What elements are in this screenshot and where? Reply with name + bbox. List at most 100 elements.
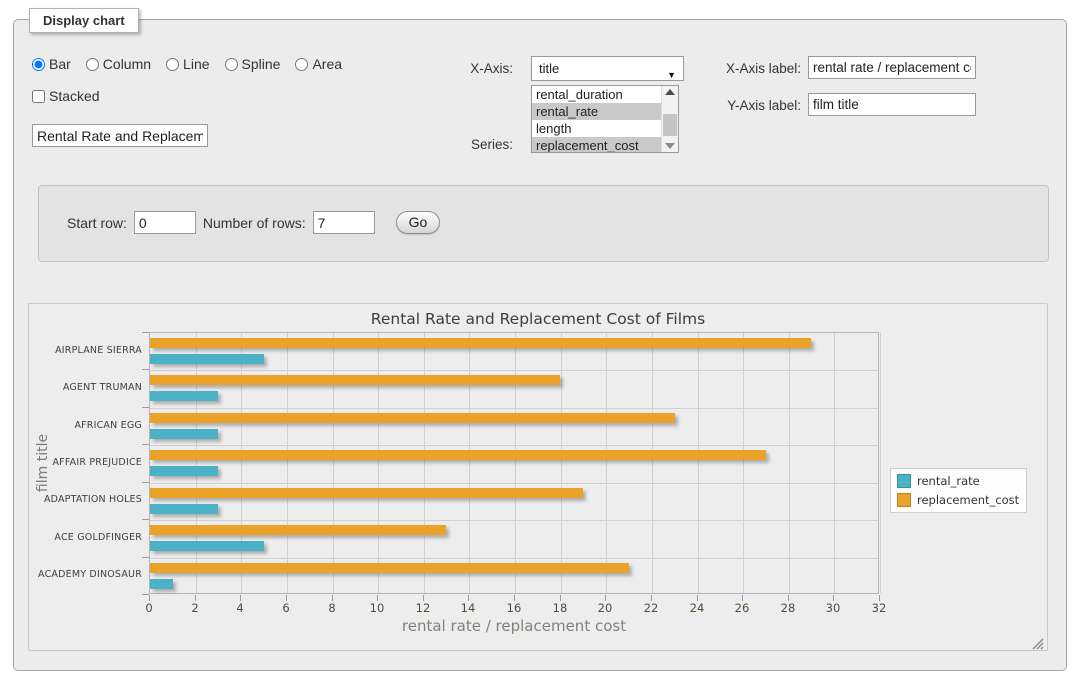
y-axis-label-input[interactable] xyxy=(808,93,976,116)
series-option-rental_duration[interactable]: rental_duration xyxy=(532,86,661,103)
stacked-checkbox[interactable] xyxy=(32,90,45,103)
gridline-v xyxy=(515,333,516,593)
x-axis-selected-value: title xyxy=(539,61,559,76)
bar-rental-rate-airplane-sierra xyxy=(150,354,264,364)
chart-type-radio-line[interactable] xyxy=(166,58,179,71)
chart-title: Rental Rate and Replacement Cost of Film… xyxy=(29,310,1047,328)
chart-type-radio-group: Bar Column Line Spline Area xyxy=(32,56,342,72)
x-tick-label: 0 xyxy=(134,601,164,615)
fieldset-legend: Display chart xyxy=(29,8,139,33)
gridline-v xyxy=(834,333,835,593)
y-tick-mark xyxy=(142,557,149,558)
scrollbar-thumb[interactable] xyxy=(663,114,677,136)
chart-type-label: Column xyxy=(103,56,151,72)
scrollbar-up-icon[interactable] xyxy=(664,86,676,98)
rows-panel-row: Start row: Number of rows: Go xyxy=(67,211,440,234)
chart-type-option-area: Area xyxy=(295,56,342,72)
chart-type-label: Area xyxy=(312,56,342,72)
gridline-v xyxy=(789,333,790,593)
y-category-label: AIRPLANE SIERRA xyxy=(29,345,142,356)
x-axis-title: rental rate / replacement cost xyxy=(149,617,879,635)
legend-swatch-icon xyxy=(897,493,911,507)
bar-replacement-cost-african-egg xyxy=(150,413,675,423)
y-tick-mark xyxy=(142,369,149,370)
chart-type-option-bar: Bar xyxy=(32,56,71,72)
y-tick-mark xyxy=(142,482,149,483)
start-row-input[interactable] xyxy=(134,211,196,234)
y-category-label: AGENT TRUMAN xyxy=(29,382,142,393)
x-tick-label: 30 xyxy=(818,601,848,615)
x-axis-select-label: X-Axis: xyxy=(418,61,513,76)
series-options: rental_durationrental_ratelengthreplacem… xyxy=(532,86,661,153)
bar-replacement-cost-agent-truman xyxy=(150,375,560,385)
start-row-label: Start row: xyxy=(67,215,127,231)
go-button[interactable]: Go xyxy=(396,211,441,234)
series-option-length[interactable]: length xyxy=(532,120,661,137)
x-tick-label: 18 xyxy=(545,601,575,615)
y-axis-title: film title xyxy=(35,434,51,492)
x-tick-label: 26 xyxy=(727,601,757,615)
gridline-v xyxy=(652,333,653,593)
chart-type-radio-spline[interactable] xyxy=(225,58,238,71)
x-tick-label: 6 xyxy=(271,601,301,615)
x-tick-label: 8 xyxy=(317,601,347,615)
chart-type-radio-area[interactable] xyxy=(295,58,308,71)
y-category-label: AFRICAN EGG xyxy=(29,420,142,431)
x-axis-select[interactable]: title ▼ xyxy=(531,56,684,81)
bar-rental-rate-agent-truman xyxy=(150,391,218,401)
x-tick-label: 4 xyxy=(225,601,255,615)
chart-type-radio-column[interactable] xyxy=(86,58,99,71)
bar-rental-rate-african-egg xyxy=(150,429,218,439)
stacked-checkbox-row: Stacked xyxy=(32,88,100,104)
x-tick-label: 12 xyxy=(408,601,438,615)
chart-container: Rental Rate and Replacement Cost of Film… xyxy=(28,303,1048,651)
gridline-h xyxy=(150,370,878,371)
chart-legend: rental_ratereplacement_cost xyxy=(890,468,1027,513)
chart-type-label: Line xyxy=(183,56,209,72)
x-axis-label-caption: X-Axis label: xyxy=(706,61,801,76)
y-tick-mark xyxy=(142,407,149,408)
x-tick-label: 22 xyxy=(636,601,666,615)
x-tick-label: 14 xyxy=(453,601,483,615)
legend-label: rental_rate xyxy=(917,474,980,488)
resize-handle-icon[interactable] xyxy=(1032,635,1044,647)
gridline-h xyxy=(150,520,878,521)
bar-rental-rate-ace-goldfinger xyxy=(150,541,264,551)
y-category-label: ADAPTATION HOLES xyxy=(29,494,142,505)
stacked-label: Stacked xyxy=(49,88,100,104)
y-tick-mark xyxy=(142,332,149,333)
bar-replacement-cost-affair-prejudice xyxy=(150,450,766,460)
x-tick-label: 24 xyxy=(682,601,712,615)
listbox-scrollbar[interactable] xyxy=(661,86,678,152)
chart-type-label: Spline xyxy=(242,56,281,72)
series-option-replacement_cost[interactable]: replacement_cost xyxy=(532,137,661,153)
y-tick-mark xyxy=(142,594,149,595)
chart-type-radio-bar[interactable] xyxy=(32,58,45,71)
bar-replacement-cost-ace-goldfinger xyxy=(150,525,446,535)
num-rows-input[interactable] xyxy=(313,211,375,234)
bar-replacement-cost-academy-dinosaur xyxy=(150,563,629,573)
series-option-rental_rate[interactable]: rental_rate xyxy=(532,103,661,120)
scrollbar-down-icon[interactable] xyxy=(664,140,676,152)
x-tick-label: 28 xyxy=(773,601,803,615)
x-tick-label: 20 xyxy=(590,601,620,615)
display-chart-fieldset: Display chart BarColumnLineSplineArea St… xyxy=(13,19,1067,671)
bar-rental-rate-adaptation-holes xyxy=(150,504,218,514)
gridline-h xyxy=(150,408,878,409)
gridline-h xyxy=(150,445,878,446)
gridline-v xyxy=(698,333,699,593)
chart-type-label: Bar xyxy=(49,56,71,72)
rows-panel: Start row: Number of rows: Go xyxy=(38,185,1049,262)
y-tick-mark xyxy=(142,519,149,520)
gridline-v xyxy=(241,333,242,593)
series-listbox[interactable]: rental_durationrental_ratelengthreplacem… xyxy=(531,85,679,153)
bar-replacement-cost-airplane-sierra xyxy=(150,338,811,348)
gridline-v xyxy=(880,333,881,593)
x-axis-label-input[interactable] xyxy=(808,56,976,79)
gridline-v xyxy=(196,333,197,593)
x-tick-label: 10 xyxy=(362,601,392,615)
chart-title-input[interactable] xyxy=(32,124,208,147)
y-axis-label-caption: Y-Axis label: xyxy=(706,98,801,113)
gridline-v xyxy=(287,333,288,593)
stacked-label-wrap: Stacked xyxy=(32,88,100,104)
